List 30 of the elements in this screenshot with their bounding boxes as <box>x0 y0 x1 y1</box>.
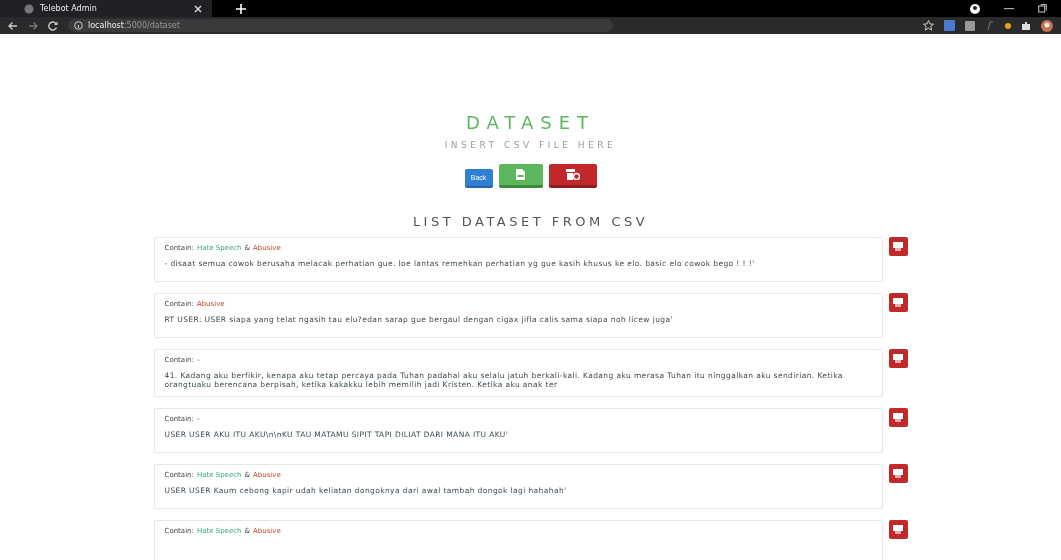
info-icon <box>74 21 83 30</box>
restore-icon[interactable] <box>1038 4 1047 13</box>
delete-button[interactable] <box>888 349 908 368</box>
new-tab-icon[interactable] <box>236 3 246 14</box>
extension-icon[interactable] <box>965 20 975 31</box>
delete-button[interactable] <box>888 293 908 312</box>
delete-button[interactable] <box>888 520 908 539</box>
extension-icon[interactable] <box>1005 22 1011 29</box>
section-title: LIST DATASET FROM CSV <box>412 214 649 229</box>
reload-icon[interactable] <box>48 20 58 31</box>
file-icon <box>516 169 525 180</box>
extension-icon[interactable] <box>985 20 995 31</box>
close-icon[interactable] <box>194 4 202 13</box>
puzzle-icon[interactable] <box>1021 20 1031 31</box>
star-icon[interactable] <box>923 20 934 31</box>
delete-button[interactable] <box>888 464 908 483</box>
delete-button[interactable] <box>888 237 908 256</box>
delete-all-button[interactable] <box>548 164 597 188</box>
address-bar[interactable]: localhost:5000/dataset <box>68 19 613 32</box>
back-arrow-icon[interactable] <box>8 20 18 31</box>
page-subtitle: INSERT CSV FILE HERE <box>444 140 617 150</box>
globe-icon <box>24 3 34 14</box>
profile-icon[interactable] <box>970 3 980 14</box>
minimize-icon[interactable] <box>1004 7 1014 10</box>
page-title: DATASET <box>465 112 596 134</box>
avatar-icon[interactable] <box>1041 19 1053 32</box>
forward-arrow-icon[interactable] <box>28 20 38 31</box>
browser-tab[interactable]: Telebot Admin <box>0 0 212 17</box>
file-upload-button[interactable] <box>498 164 543 188</box>
delete-button[interactable] <box>888 408 908 427</box>
